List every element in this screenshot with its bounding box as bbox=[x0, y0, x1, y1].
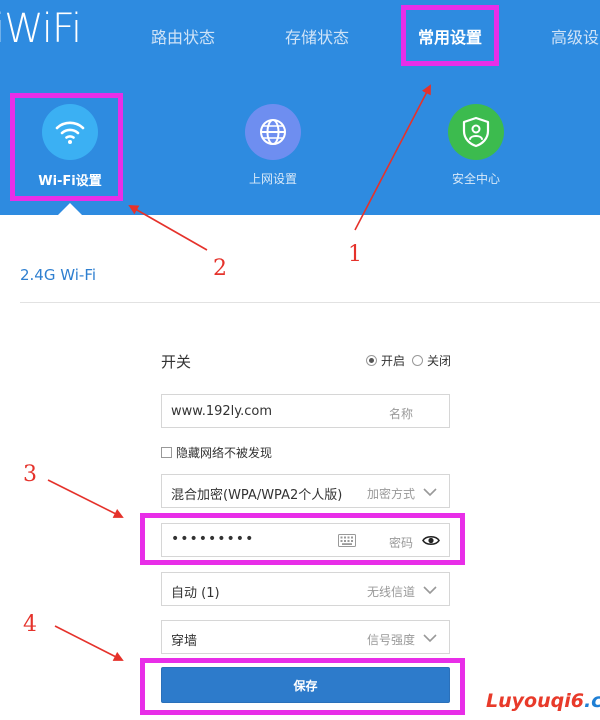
watermark: Luyouqi6.cn bbox=[486, 690, 600, 712]
watermark-text: Luyouqi6 bbox=[486, 690, 584, 712]
arrow-4 bbox=[54, 625, 124, 661]
arrow-1 bbox=[354, 84, 431, 231]
annotation-number-3: 3 bbox=[23, 462, 37, 487]
annotation-number-1: 1 bbox=[348, 242, 362, 267]
annotation-number-2: 2 bbox=[213, 256, 227, 281]
arrow-2 bbox=[128, 205, 208, 251]
watermark-domain: .cn bbox=[583, 690, 600, 712]
annotation-arrows bbox=[47, 84, 431, 661]
annotation-number-4: 4 bbox=[23, 612, 37, 637]
arrow-3 bbox=[47, 479, 124, 518]
